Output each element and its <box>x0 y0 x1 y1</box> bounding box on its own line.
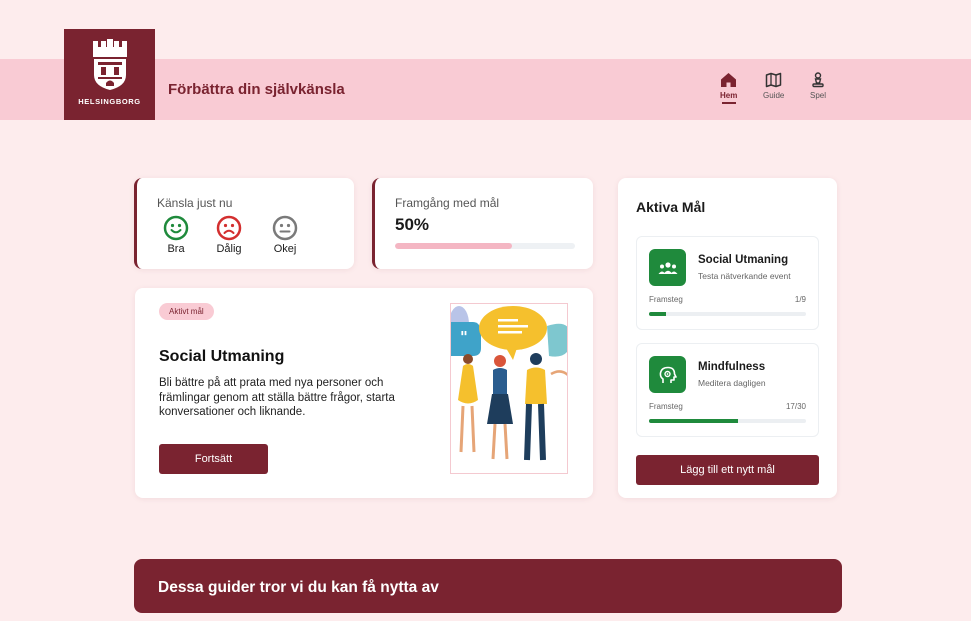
progress-bar <box>395 243 575 249</box>
chess-pawn-icon <box>812 72 824 88</box>
castle-crest-icon <box>92 39 127 90</box>
mood-label-good: Bra <box>167 243 185 255</box>
nav-guide[interactable]: Guide <box>763 72 784 100</box>
happy-face-icon <box>163 215 189 241</box>
featured-goal-title: Social Utmaning <box>159 348 285 365</box>
mood-card: Känsla just nu Bra Dålig Okej <box>134 178 354 269</box>
active-goals-card: Aktiva Mål Social Utmaning Testa nätverk… <box>618 178 837 498</box>
sad-face-icon <box>216 215 242 241</box>
logo[interactable]: HELSINGBORG <box>64 29 155 120</box>
goal-progress-fill <box>649 312 667 316</box>
mind-icon <box>649 356 686 393</box>
mood-label-bad: Dålig <box>216 243 242 255</box>
goal-name: Mindfulness <box>698 361 766 373</box>
map-icon <box>765 72 782 88</box>
goal-progress-label: Framsteg <box>649 402 683 411</box>
svg-text:": " <box>460 328 468 346</box>
people-conversation-illustration: " <box>450 303 568 474</box>
app-title: Förbättra din självkänsla <box>168 81 345 98</box>
progress-title: Framgång med mål <box>395 196 500 210</box>
nav-game[interactable]: Spel <box>810 72 826 100</box>
goal-progress-bar <box>649 312 806 316</box>
goal-progress-count: 1/9 <box>794 295 806 304</box>
progress-card: Framgång med mål 50% <box>372 178 593 269</box>
mood-label-okay: Okej <box>273 243 297 255</box>
featured-goal-description: Bli bättre på att prata med nya personer… <box>159 377 395 418</box>
goal-name: Social Utmaning <box>698 254 789 266</box>
goal-subtitle: Testa nätverkande event <box>698 271 791 281</box>
progress-value: 50% <box>395 215 430 234</box>
nav-guide-label: Guide <box>763 91 785 100</box>
goal-progress-bar <box>649 419 806 423</box>
goal-progress-label: Framsteg <box>649 295 683 304</box>
goal-subtitle: Meditera dagligen <box>698 378 766 388</box>
nav-home-label: Hem <box>720 91 738 100</box>
active-goals-title: Aktiva Mål <box>636 199 706 215</box>
home-icon <box>721 73 737 87</box>
nav-home[interactable]: Hem <box>720 72 737 104</box>
goal-progress-fill <box>649 419 739 423</box>
group-icon <box>649 249 686 286</box>
goal-progress-count: 17/30 <box>785 402 806 411</box>
guides-banner-title: Dessa guider tror vi du kan få nytta av <box>158 579 439 596</box>
mood-option-okay[interactable]: Okej <box>272 215 298 255</box>
featured-goal-card: Aktivt mål Social Utmaning Bli bättre på… <box>135 288 593 498</box>
logo-text: HELSINGBORG <box>78 97 141 106</box>
add-goal-button[interactable]: Lägg till ett nytt mål <box>636 455 819 485</box>
guides-banner: Dessa guider tror vi du kan få nytta av <box>134 559 842 613</box>
mood-option-bad[interactable]: Dålig <box>216 215 242 255</box>
nav-game-label: Spel <box>810 91 827 100</box>
active-goal-badge: Aktivt mål <box>159 303 214 320</box>
progress-bar-fill <box>395 243 512 249</box>
mood-title: Känsla just nu <box>157 196 233 210</box>
goal-item-social[interactable]: Social Utmaning Testa nätverkande event … <box>636 236 819 330</box>
continue-button[interactable]: Fortsätt <box>159 444 268 474</box>
goal-item-mindfulness[interactable]: Mindfulness Meditera dagligen Framsteg 1… <box>636 343 819 437</box>
mood-option-good[interactable]: Bra <box>163 215 189 255</box>
neutral-face-icon <box>272 215 298 241</box>
nav-active-indicator <box>721 102 736 104</box>
